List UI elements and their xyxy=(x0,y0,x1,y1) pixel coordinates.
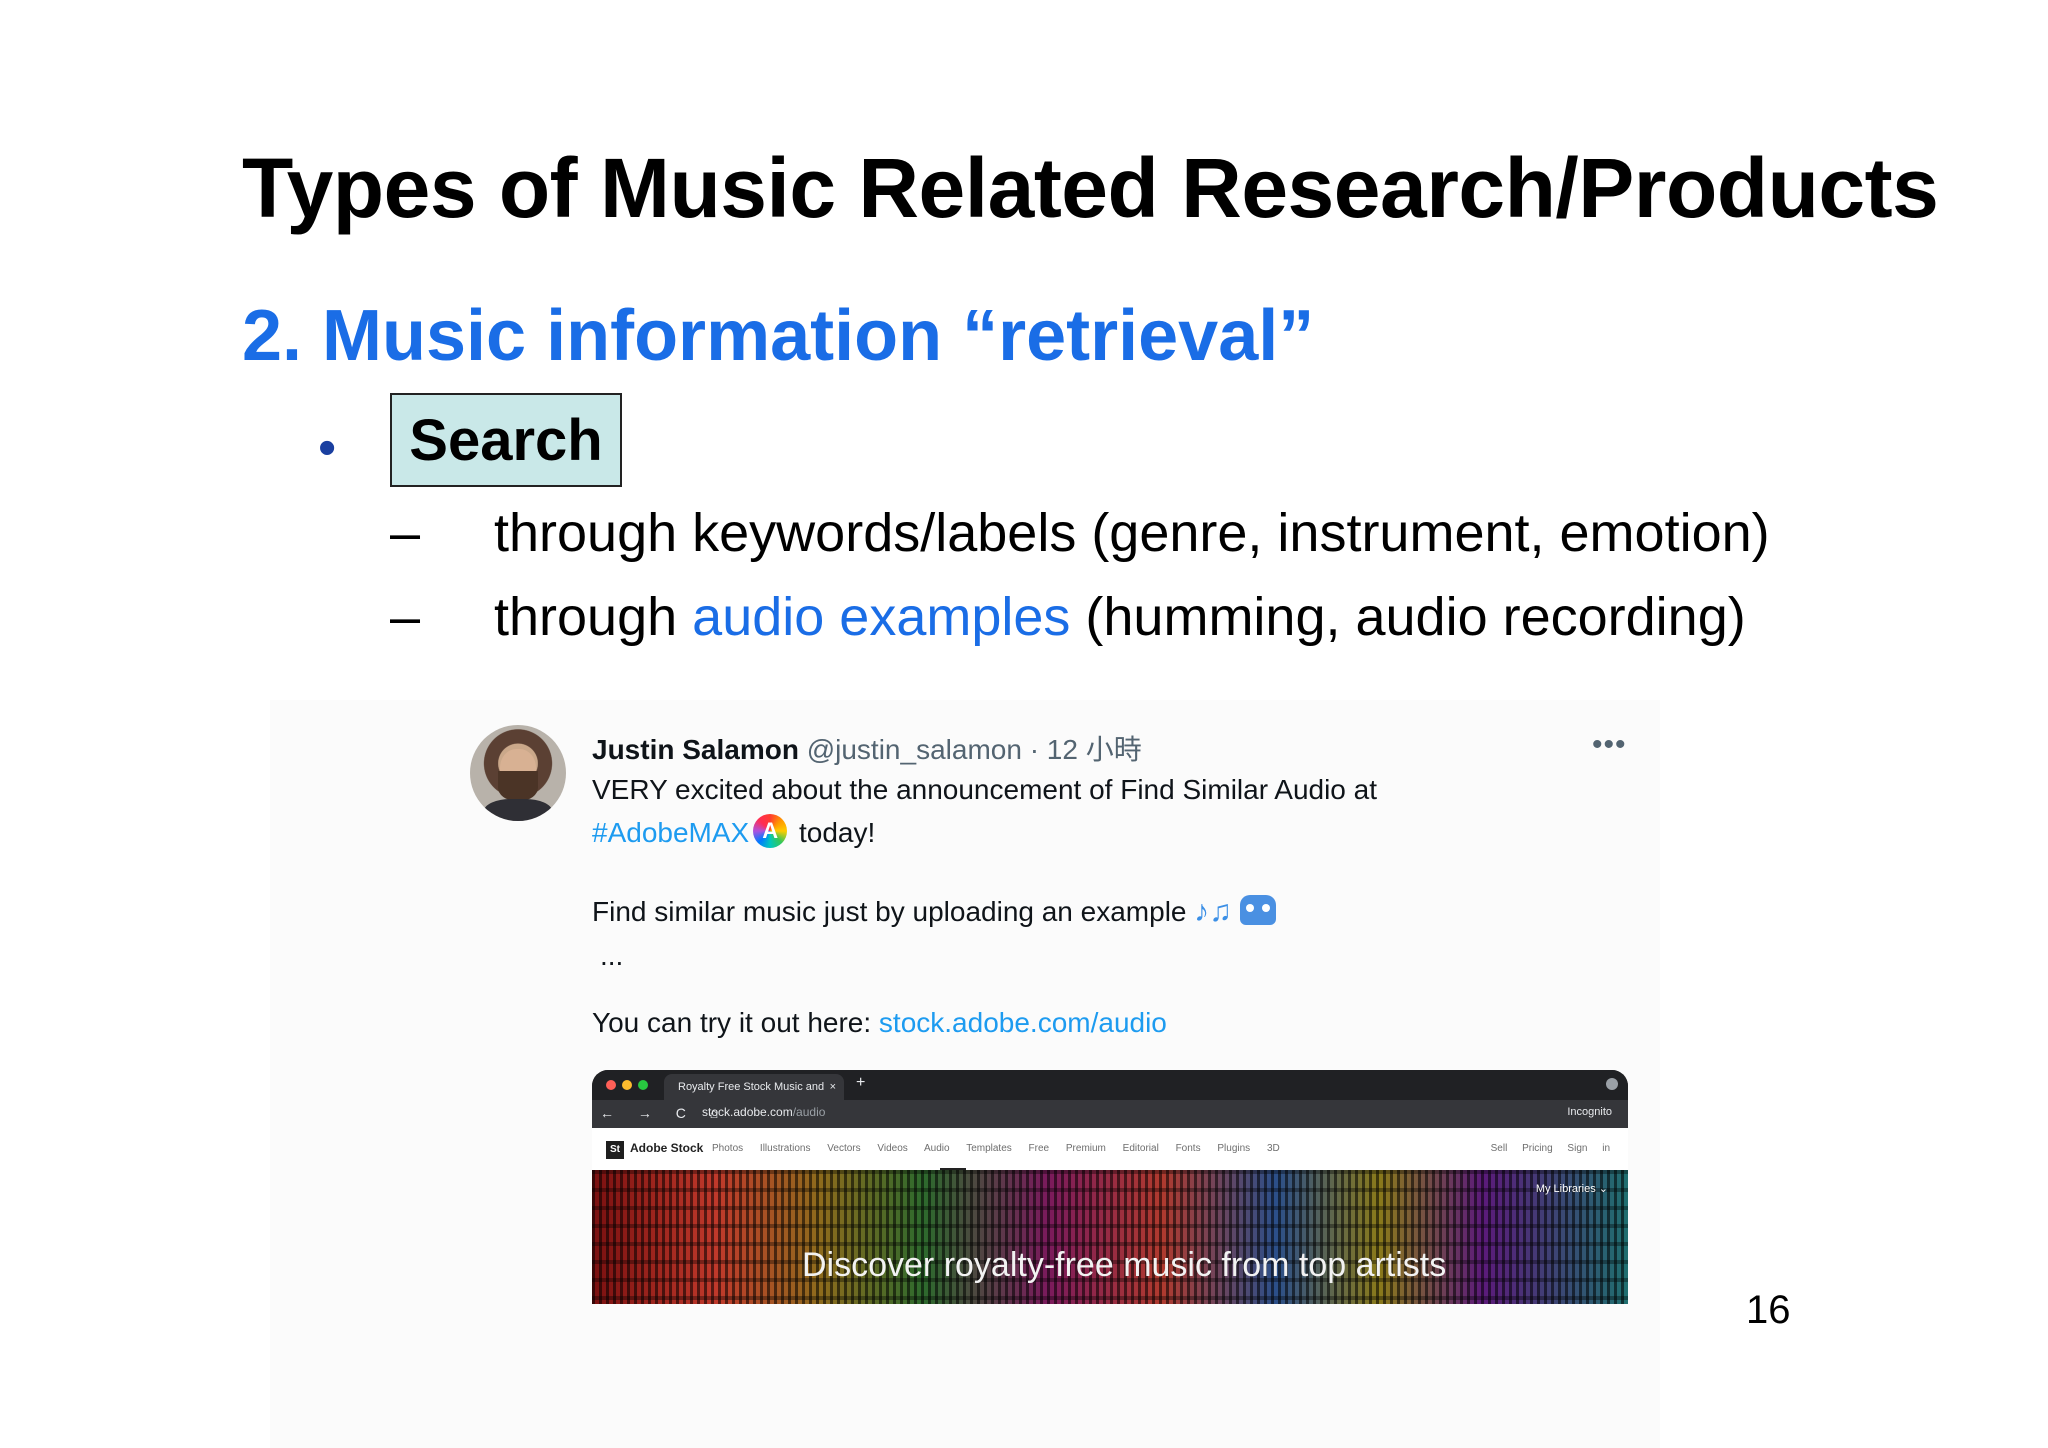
tweet-header: Justin Salamon @justin_salamon · 12 小時 xyxy=(592,728,1142,768)
adobe-stock-nav: St Adobe Stock Photos Illustrations Vect… xyxy=(592,1128,1628,1170)
adobe-max-logo-icon xyxy=(753,814,788,848)
sub-item-suffix: (humming, audio recording) xyxy=(1070,587,1746,647)
adobe-stock-nav-links: Photos Illustrations Vectors Videos Audi… xyxy=(712,1143,1280,1154)
tweet-text-line: #AdobeMAX today! xyxy=(592,814,875,849)
adobe-stock-brand: Adobe Stock xyxy=(630,1141,704,1155)
audio-examples-highlight: audio examples xyxy=(692,587,1071,647)
author-handle-time: @justin_salamon · 12 小時 xyxy=(798,734,1142,765)
tweet-text: Find similar music just by uploading an … xyxy=(592,896,1195,927)
new-tab-icon: + xyxy=(856,1074,866,1091)
window-menu-icon xyxy=(1606,1078,1618,1090)
browser-url: stock.adobe.com/audio xyxy=(702,1105,825,1119)
tab-title: Royalty Free Stock Music and xyxy=(678,1081,825,1093)
url-host: stock.adobe.com xyxy=(702,1105,793,1119)
tweet-ellipsis: ... xyxy=(600,940,624,971)
page-number: 16 xyxy=(1746,1288,1791,1332)
hero-text: Discover royalty-free music from top art… xyxy=(802,1246,1447,1284)
embedded-browser-screenshot: Royalty Free Stock Music and × + ← → C ⌂… xyxy=(592,1070,1628,1304)
my-libraries-menu: My Libraries ⌄ xyxy=(1535,1183,1608,1195)
url-path: /audio xyxy=(792,1105,826,1119)
tab-close-icon: × xyxy=(829,1081,836,1093)
sub-item-keywords: – through keywords/labels (genre, instrum… xyxy=(390,502,1770,564)
section-heading: 2. Music information “retrieval” xyxy=(242,296,1315,376)
tweet-text: You can try it out here: xyxy=(592,1007,879,1038)
author-avatar xyxy=(470,725,566,821)
hashtag-link[interactable]: #AdobeMAX xyxy=(592,817,749,848)
author-name[interactable]: Justin Salamon xyxy=(592,734,799,765)
browser-tab-bar: Royalty Free Stock Music and × + xyxy=(592,1070,1628,1100)
window-maximize-dot xyxy=(638,1080,648,1090)
sub-item-audio-examples: – through audio examples (humming, audio … xyxy=(390,586,1746,648)
bullet-dot: • xyxy=(318,419,337,477)
dash-marker: – xyxy=(390,587,421,647)
window-close-dot xyxy=(606,1080,616,1090)
sub-item-prefix: through xyxy=(494,587,693,647)
music-notes-icon: ♪♫ xyxy=(1194,895,1232,928)
more-options-icon[interactable]: ••• xyxy=(1592,728,1627,762)
adobe-stock-nav-right: Sell Pricing Sign in xyxy=(1490,1143,1610,1154)
window-minimize-dot xyxy=(622,1080,632,1090)
tweet-text: today! xyxy=(791,817,876,848)
tweet-text-line: You can try it out here: stock.adobe.com… xyxy=(592,1007,1167,1039)
incognito-indicator: Incognito xyxy=(1567,1106,1612,1118)
sub-item-text: through keywords/labels (genre, instrume… xyxy=(494,503,1770,563)
stock-audio-link[interactable]: stock.adobe.com/audio xyxy=(879,1007,1167,1038)
tweet-text-line: VERY excited about the announcement of F… xyxy=(592,774,1378,805)
slide-title: Types of Music Related Research/Products xyxy=(242,141,1939,235)
search-label-box: Search xyxy=(390,393,622,487)
tweet-text-line: Find similar music just by uploading an … xyxy=(592,895,1276,929)
browser-tab: Royalty Free Stock Music and × xyxy=(664,1074,844,1100)
dash-marker: – xyxy=(390,503,421,563)
robot-icon xyxy=(1239,895,1276,925)
adobe-stock-logo-icon: St xyxy=(606,1141,624,1159)
browser-address-bar: ← → C ⌂ stock.adobe.com/audio Incognito xyxy=(592,1100,1628,1128)
